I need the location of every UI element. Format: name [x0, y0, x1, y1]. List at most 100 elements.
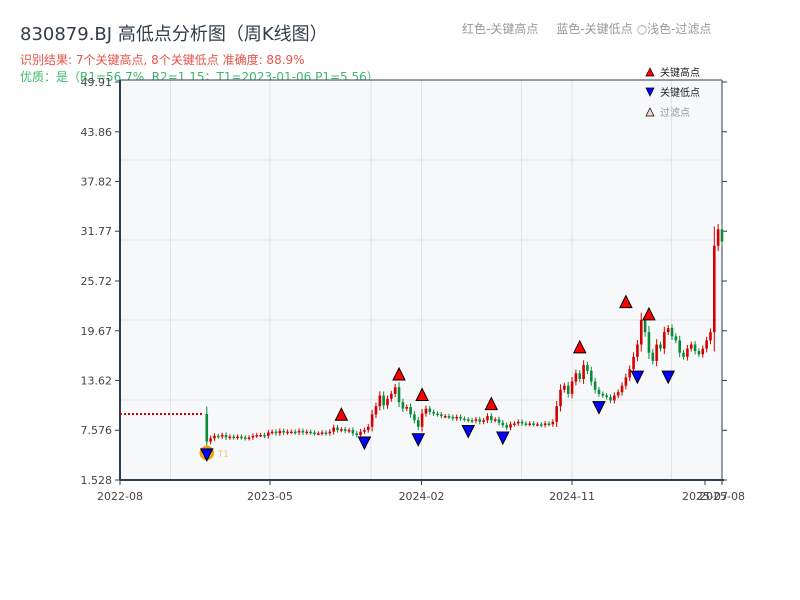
y-tick-label: 49.91 [81, 76, 113, 89]
candle-body [428, 408, 432, 412]
candle-body [316, 433, 320, 435]
candlestick-chart: 1.528 7.576 13.62 19.67 25.72 31.77 37.82 43.86… [81, 66, 745, 503]
x-tick-label: 2023-05 [247, 490, 293, 503]
legend-marker-high [645, 67, 655, 77]
candle-body [720, 229, 724, 242]
candle-body [470, 420, 474, 422]
candle-body [409, 407, 412, 415]
candle-body [597, 389, 601, 394]
candle-body [586, 365, 589, 371]
y-tick-label: 37.82 [81, 175, 113, 188]
candle-body [217, 435, 220, 438]
candle-body [332, 427, 335, 432]
candle-body [678, 340, 682, 353]
candle-body [493, 419, 497, 421]
candle-body [697, 351, 701, 355]
candle-body [543, 423, 547, 426]
candle-body [359, 431, 362, 435]
candle-body [447, 416, 451, 418]
candle-body [443, 416, 447, 418]
candle-body [701, 348, 705, 355]
y-tick-label: 31.77 [81, 225, 113, 238]
candle-body [309, 431, 312, 434]
candle-body [513, 423, 516, 425]
candle-body [486, 416, 489, 421]
candle-body [213, 435, 216, 439]
candle-body [555, 406, 558, 422]
candle-body [240, 436, 243, 439]
candle-body [539, 424, 543, 426]
candle-body [582, 365, 585, 380]
y-tick-label: 19.67 [81, 325, 113, 338]
candle-body [416, 420, 420, 427]
candle-body [293, 431, 297, 434]
candle-body [490, 416, 493, 421]
candle-body [663, 332, 666, 349]
candle-body [613, 395, 616, 401]
candle-body [563, 385, 566, 390]
candle-body [343, 429, 347, 431]
candle-body [509, 424, 512, 428]
candle-body [605, 395, 608, 398]
candle-body [682, 352, 685, 357]
candle-body [609, 397, 612, 401]
candle-body [674, 336, 678, 341]
candle-body [482, 420, 485, 422]
candle-body [686, 348, 689, 357]
candle-body [336, 427, 339, 431]
candle-body [636, 344, 639, 357]
candle-body [689, 344, 693, 349]
candle-body [393, 387, 397, 394]
candle-body [247, 437, 251, 439]
x-tick-label: 2024-11 [549, 490, 595, 503]
candle-body [466, 419, 470, 421]
x-tick-label: 2025-08 [699, 490, 745, 503]
y-tick-label: 43.86 [81, 126, 113, 139]
candle-body [236, 436, 239, 439]
candle-body [659, 344, 662, 349]
candle-body [366, 426, 370, 431]
candle-body [278, 430, 282, 434]
candle-body [474, 419, 478, 422]
candle-body [282, 430, 285, 433]
candle-body [374, 406, 378, 415]
legend-label-filter: 过滤点 [660, 106, 690, 119]
candle-body [251, 435, 255, 438]
candle-body [305, 431, 309, 434]
candle-body [328, 431, 332, 434]
candle-body [528, 423, 532, 425]
candle-body [574, 373, 578, 382]
candle-body [536, 424, 539, 426]
candle-body [297, 430, 301, 433]
candle-body [436, 413, 439, 416]
candle-body [547, 423, 551, 425]
candle-body [290, 431, 293, 434]
candle-body [397, 387, 401, 403]
candle-body [601, 393, 605, 396]
candle-body [628, 369, 632, 378]
candle-body [647, 332, 651, 353]
candle-body [520, 421, 524, 424]
candle-body [559, 389, 562, 407]
candle-body [347, 430, 351, 432]
candle-body [593, 381, 597, 390]
candle-body [455, 416, 459, 419]
candle-body [516, 421, 520, 424]
candle-body [639, 319, 643, 345]
candle-body [524, 423, 528, 425]
candle-body [255, 434, 259, 437]
candle-body [620, 385, 624, 393]
candle-body [655, 344, 658, 361]
candle-body [651, 352, 655, 361]
candle-body [459, 416, 462, 419]
candle-body [666, 328, 670, 333]
y-tick-label: 13.62 [81, 375, 113, 388]
candle-body [566, 385, 570, 394]
candle-body [713, 245, 716, 333]
candle-body [616, 392, 620, 396]
candle-body [324, 432, 328, 435]
candle-body [340, 429, 343, 431]
candle-body [286, 431, 289, 434]
legend-label-high: 关键高点 [660, 66, 700, 79]
candle-body [232, 436, 235, 439]
